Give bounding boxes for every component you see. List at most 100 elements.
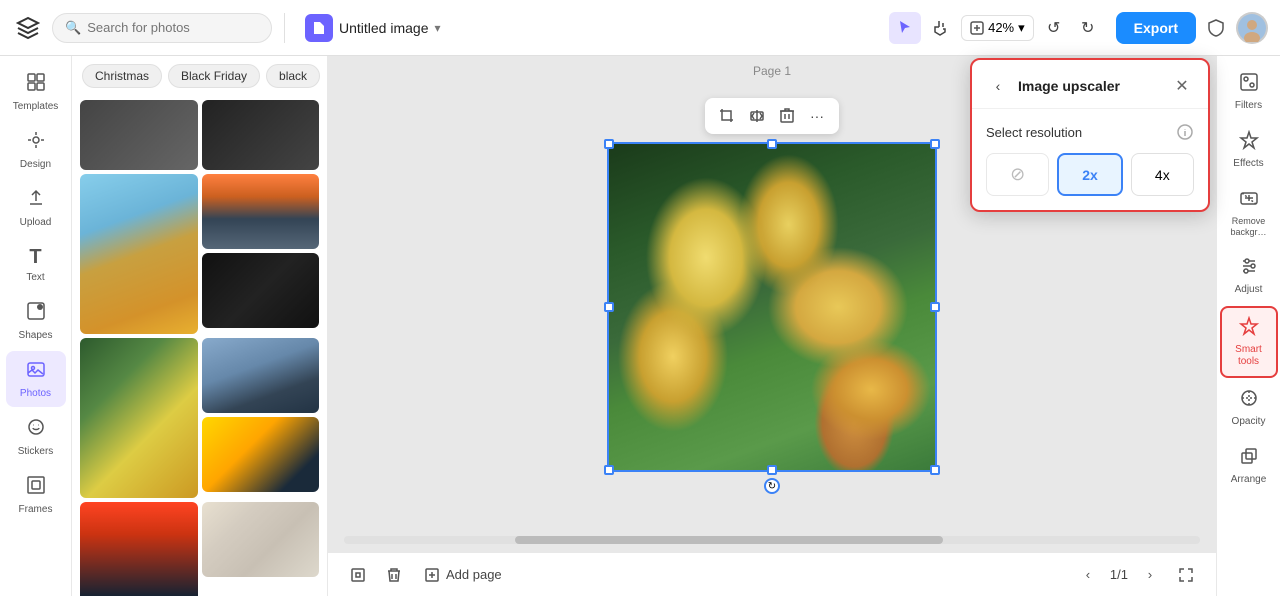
tag-christmas[interactable]: Christmas	[82, 64, 162, 88]
select-tool-button[interactable]	[889, 12, 921, 44]
right-item-adjust[interactable]: Adjust	[1220, 248, 1278, 304]
redo-button[interactable]: ↻	[1072, 12, 1104, 44]
doc-icon	[305, 14, 333, 42]
right-item-remove-bg[interactable]: Remove backgr…	[1220, 180, 1278, 246]
list-item[interactable]	[202, 417, 320, 492]
list-item[interactable]	[80, 100, 198, 170]
pan-tool-button[interactable]	[925, 12, 957, 44]
list-item[interactable]	[80, 502, 198, 596]
page-thumbnail-button[interactable]	[344, 561, 372, 589]
logo[interactable]	[12, 12, 44, 44]
resolution-2x-button[interactable]: 2x	[1057, 153, 1122, 196]
4x-label: 4x	[1155, 167, 1170, 183]
2x-label: 2x	[1082, 167, 1098, 183]
right-item-effects[interactable]: Effects	[1220, 122, 1278, 178]
sidebar-item-design[interactable]: Design	[6, 122, 66, 178]
delete-canvas-button[interactable]	[773, 102, 801, 130]
list-item[interactable]	[80, 174, 198, 334]
upscaler-header: ‹ Image upscaler ✕	[972, 60, 1208, 109]
topbar: 🔍 Untitled image ▾ 42% ▾ ↺ ↻ E	[0, 0, 1280, 56]
right-item-filters[interactable]: Filters	[1220, 64, 1278, 120]
add-page-button[interactable]: Add page	[416, 563, 510, 587]
upscaler-back-button[interactable]: ‹	[986, 74, 1010, 98]
search-input[interactable]	[87, 20, 247, 35]
resolution-text: Select resolution	[986, 125, 1082, 140]
flip-button[interactable]	[743, 102, 771, 130]
text-icon: T	[29, 246, 41, 269]
main-content: Templates Design Upload T Text	[0, 56, 1280, 596]
crop-button[interactable]	[713, 102, 741, 130]
arrange-icon	[1239, 446, 1259, 471]
photos-label: Photos	[20, 388, 51, 399]
shield-icon	[1200, 12, 1232, 44]
info-icon	[1176, 123, 1194, 141]
page-counter: 1/1	[1110, 567, 1128, 582]
adjust-label: Adjust	[1235, 284, 1263, 296]
templates-icon	[26, 72, 46, 98]
list-item[interactable]	[202, 338, 320, 413]
photos-panel: Christmas Black Friday black	[72, 56, 328, 596]
frames-icon	[26, 475, 46, 501]
resolution-4x-button[interactable]: 4x	[1131, 153, 1194, 196]
sidebar-item-frames[interactable]: Frames	[6, 467, 66, 523]
right-item-opacity[interactable]: Opacity	[1220, 380, 1278, 436]
remove-bg-label: Remove backgr…	[1224, 216, 1274, 238]
list-item[interactable]	[202, 253, 320, 328]
resolution-options: ⊘ 2x 4x	[986, 153, 1194, 196]
search-box[interactable]: 🔍	[52, 13, 272, 43]
tag-black[interactable]: black	[266, 64, 320, 88]
canvas-image	[607, 142, 937, 472]
sidebar-item-templates[interactable]: Templates	[6, 64, 66, 120]
upscaler-body: Select resolution ⊘ 2x 4x	[972, 109, 1208, 210]
arrange-label: Arrange	[1231, 474, 1267, 486]
rotate-handle[interactable]: ↻	[764, 478, 780, 494]
right-item-smart-tools[interactable]: Smart tools	[1220, 306, 1278, 378]
design-icon	[26, 130, 46, 156]
list-item[interactable]	[202, 174, 320, 249]
trash-button[interactable]	[380, 561, 408, 589]
smart-tools-label: Smart tools	[1226, 344, 1272, 368]
stickers-icon	[26, 417, 46, 443]
undo-button[interactable]: ↺	[1038, 12, 1070, 44]
list-item[interactable]	[202, 502, 320, 577]
prev-page-button[interactable]: ‹	[1074, 561, 1102, 589]
shapes-icon	[26, 301, 46, 327]
upscaler-close-button[interactable]: ✕	[1170, 74, 1194, 98]
topbar-tools: 42% ▾ ↺ ↻ Export	[889, 12, 1268, 44]
photos-tags: Christmas Black Friday black	[72, 56, 327, 96]
upscaler-header-left: ‹ Image upscaler	[986, 74, 1120, 98]
fit-button[interactable]	[1172, 561, 1200, 589]
upload-label: Upload	[20, 217, 52, 228]
right-item-arrange[interactable]: Arrange	[1220, 438, 1278, 494]
upscaler-panel: ‹ Image upscaler ✕ Select resolution ⊘ 2…	[970, 58, 1210, 212]
effects-label: Effects	[1233, 158, 1263, 170]
resolution-none-button[interactable]: ⊘	[986, 153, 1049, 196]
zoom-button[interactable]: 42% ▾	[961, 15, 1034, 41]
filters-label: Filters	[1235, 100, 1262, 112]
list-item[interactable]	[202, 100, 320, 170]
next-page-button[interactable]: ›	[1136, 561, 1164, 589]
search-icon: 🔍	[65, 20, 81, 36]
sidebar-item-photos[interactable]: Photos	[6, 351, 66, 407]
sidebar-item-shapes[interactable]: Shapes	[6, 293, 66, 349]
canvas-frame: ··· ↻	[607, 142, 937, 472]
more-options-button[interactable]: ···	[803, 102, 831, 130]
zoom-level: 42%	[988, 20, 1014, 35]
resolution-label: Select resolution	[986, 123, 1194, 141]
templates-label: Templates	[13, 101, 59, 112]
remove-bg-icon	[1239, 188, 1259, 213]
sidebar-item-upload[interactable]: Upload	[6, 180, 66, 236]
avatar[interactable]	[1236, 12, 1268, 44]
left-sidebar: Templates Design Upload T Text	[0, 56, 72, 596]
selected-image[interactable]: ↻	[607, 142, 937, 472]
sidebar-item-stickers[interactable]: Stickers	[6, 409, 66, 465]
opacity-icon	[1239, 388, 1259, 413]
canvas-scrollbar[interactable]	[328, 528, 1216, 552]
tag-black-friday[interactable]: Black Friday	[168, 64, 260, 88]
canvas-toolbar: ···	[705, 98, 839, 134]
undo-redo-group: ↺ ↻	[1038, 12, 1104, 44]
export-button[interactable]: Export	[1116, 12, 1196, 44]
chevron-down-icon[interactable]: ▾	[435, 21, 441, 35]
list-item[interactable]	[80, 338, 198, 498]
sidebar-item-text[interactable]: T Text	[6, 238, 66, 291]
